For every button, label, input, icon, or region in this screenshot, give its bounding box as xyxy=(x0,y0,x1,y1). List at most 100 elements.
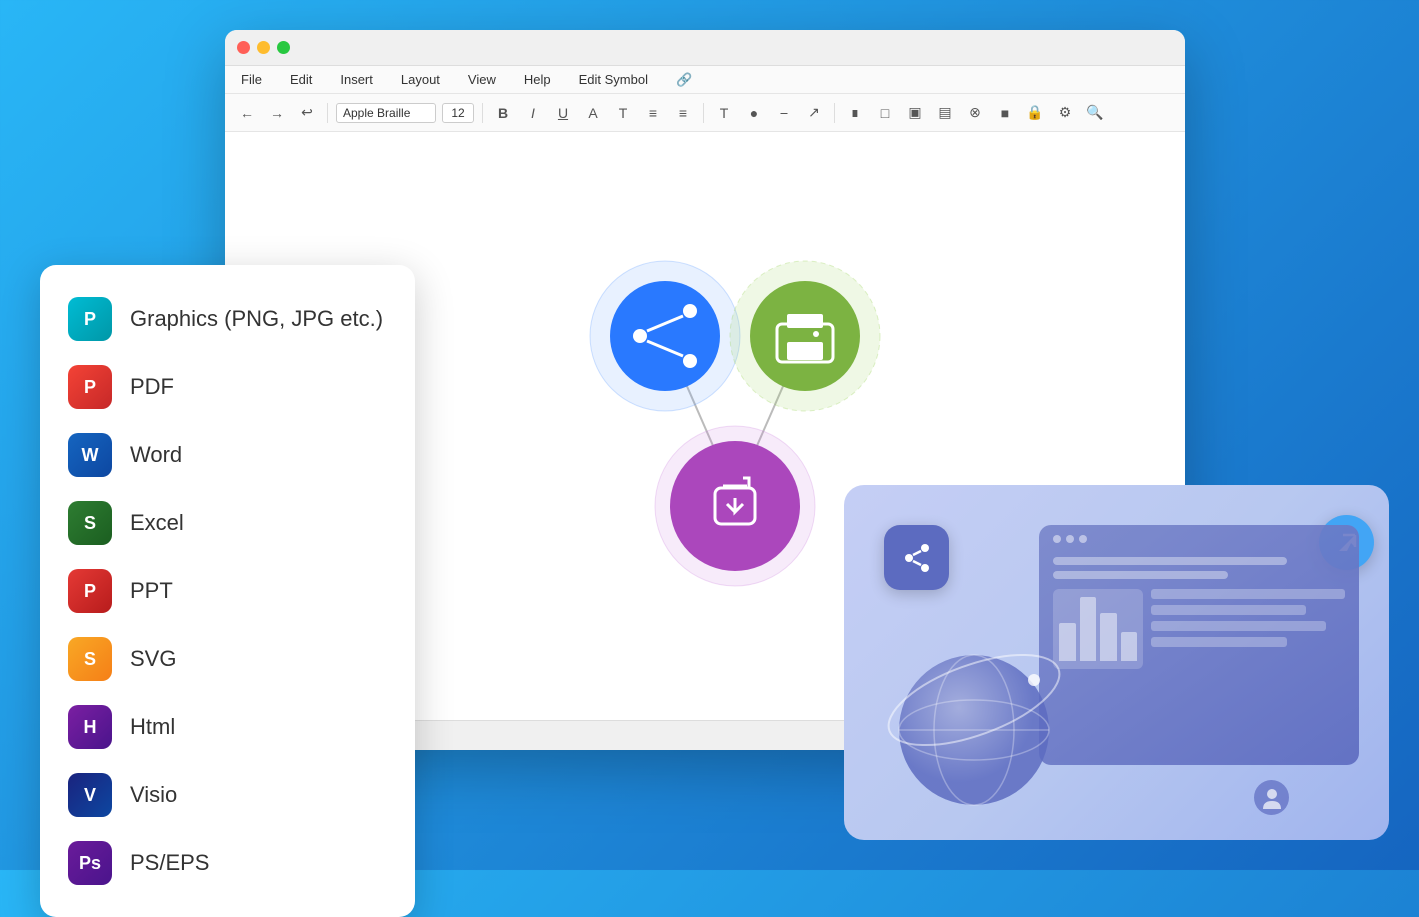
menu-file[interactable]: File xyxy=(237,70,266,89)
share-icon xyxy=(899,540,935,576)
back-button[interactable]: ↩ xyxy=(295,101,319,125)
export-icon-html: H xyxy=(68,705,112,749)
more-tools-5[interactable]: ⊗ xyxy=(963,101,987,125)
export-icon-excel: S xyxy=(68,501,112,545)
more-tools-6[interactable]: ■ xyxy=(993,101,1017,125)
export-item-excel[interactable]: S Excel xyxy=(40,489,415,557)
screen-dots xyxy=(1039,525,1359,549)
export-item-html[interactable]: H Html xyxy=(40,693,415,761)
person-svg xyxy=(1261,787,1283,809)
share-icon-badge xyxy=(884,525,949,590)
menu-help[interactable]: Help xyxy=(520,70,555,89)
export-icon-ps: Ps xyxy=(68,841,112,885)
screen-mockup xyxy=(1039,525,1359,765)
chart-bar-3 xyxy=(1100,613,1117,661)
toolbar-divider-4 xyxy=(834,103,835,123)
export-label-html: Html xyxy=(130,714,175,740)
screen-dot-3 xyxy=(1079,535,1087,543)
screen-list-item-4 xyxy=(1151,637,1287,647)
search-button[interactable]: 🔍 xyxy=(1083,101,1107,125)
export-icon-letter-svg: S xyxy=(84,649,96,670)
export-item-ps[interactable]: Ps PS/EPS xyxy=(40,829,415,897)
more-tools-3[interactable]: ▣ xyxy=(903,101,927,125)
export-icon-svg: S xyxy=(68,637,112,681)
lock-button[interactable]: 🔒 xyxy=(1023,101,1047,125)
export-item-svg[interactable]: S SVG xyxy=(40,625,415,693)
export-icon-letter-visio: V xyxy=(84,785,96,806)
export-label-svg: SVG xyxy=(130,646,176,672)
settings-button[interactable]: ⚙ xyxy=(1053,101,1077,125)
screen-chart-area xyxy=(1053,589,1345,669)
export-item-png[interactable]: P Graphics (PNG, JPG etc.) xyxy=(40,285,415,353)
export-label-visio: Visio xyxy=(130,782,177,808)
more-tools-2[interactable]: □ xyxy=(873,101,897,125)
globe-svg xyxy=(874,620,1074,820)
export-icon-png: P xyxy=(68,297,112,341)
export-label-pdf: PDF xyxy=(130,374,174,400)
fill-button[interactable]: ● xyxy=(742,101,766,125)
export-icon-pdf: P xyxy=(68,365,112,409)
font-color-button[interactable]: A xyxy=(581,101,605,125)
menu-edit[interactable]: Edit xyxy=(286,70,316,89)
menu-layout[interactable]: Layout xyxy=(397,70,444,89)
globe-container xyxy=(874,620,1074,820)
bold-button[interactable]: B xyxy=(491,101,515,125)
font-size-input[interactable] xyxy=(442,103,474,123)
text-button[interactable]: T xyxy=(611,101,635,125)
export-label-excel: Excel xyxy=(130,510,184,536)
export-item-pdf[interactable]: P PDF xyxy=(40,353,415,421)
line-button[interactable]: ⎯ xyxy=(772,101,796,125)
underline-button[interactable]: U xyxy=(551,101,575,125)
screen-list-item-1 xyxy=(1151,589,1345,599)
export-item-ppt[interactable]: P PPT xyxy=(40,557,415,625)
export-icon-letter-html: H xyxy=(84,717,97,738)
share-illustration xyxy=(844,485,1389,840)
toolbar-divider-3 xyxy=(703,103,704,123)
toolbar-divider-1 xyxy=(327,103,328,123)
font-selector[interactable] xyxy=(336,103,436,123)
menu-edit-symbol[interactable]: Edit Symbol xyxy=(575,70,652,89)
screen-content xyxy=(1039,549,1359,677)
export-label-png: Graphics (PNG, JPG etc.) xyxy=(130,306,383,332)
share-panel xyxy=(844,485,1389,840)
chart-bar-4 xyxy=(1121,632,1138,661)
export-item-word[interactable]: W Word xyxy=(40,421,415,489)
maximize-button[interactable] xyxy=(277,41,290,54)
export-icon-letter-png: P xyxy=(84,309,96,330)
undo-button[interactable]: ← xyxy=(235,101,259,125)
italic-button[interactable]: I xyxy=(521,101,545,125)
export-label-ps: PS/EPS xyxy=(130,850,209,876)
export-icon-letter-ps: Ps xyxy=(79,853,101,874)
screen-dot-2 xyxy=(1066,535,1074,543)
menu-link[interactable]: 🔗 xyxy=(672,70,696,90)
window-toolbar: ← → ↩ B I U A T ≡ ≡ T ● ⎯ ↗ ∎ □ ▣ ▤ ⊗ ■ … xyxy=(225,94,1185,132)
window-menubar: File Edit Insert Layout View Help Edit S… xyxy=(225,66,1185,94)
more-tools-1[interactable]: ∎ xyxy=(843,101,867,125)
screen-bar-1 xyxy=(1053,557,1287,565)
menu-insert[interactable]: Insert xyxy=(336,70,377,89)
more-tools-4[interactable]: ▤ xyxy=(933,101,957,125)
align-right-button[interactable]: ≡ xyxy=(671,101,695,125)
export-menu: P Graphics (PNG, JPG etc.) P PDF W Word S Excel… xyxy=(40,265,415,917)
minimize-button[interactable] xyxy=(257,41,270,54)
export-icon-letter-word: W xyxy=(82,445,99,466)
close-button[interactable] xyxy=(237,41,250,54)
redo-button[interactable]: → xyxy=(265,101,289,125)
screen-list-item-3 xyxy=(1151,621,1326,631)
export-label-ppt: PPT xyxy=(130,578,173,604)
text-format-button[interactable]: T xyxy=(712,101,736,125)
export-item-visio[interactable]: V Visio xyxy=(40,761,415,829)
export-icon-word: W xyxy=(68,433,112,477)
arrow-button[interactable]: ↗ xyxy=(802,101,826,125)
chart-bar-2 xyxy=(1080,597,1097,661)
align-left-button[interactable]: ≡ xyxy=(641,101,665,125)
screen-bar-2 xyxy=(1053,571,1228,579)
export-icon-visio: V xyxy=(68,773,112,817)
menu-view[interactable]: View xyxy=(464,70,500,89)
export-label-word: Word xyxy=(130,442,182,468)
export-icon-ppt: P xyxy=(68,569,112,613)
screen-list-item-2 xyxy=(1151,605,1306,615)
export-icon-letter-excel: S xyxy=(84,513,96,534)
export-icon-letter-pdf: P xyxy=(84,377,96,398)
person-icon xyxy=(1254,780,1289,815)
